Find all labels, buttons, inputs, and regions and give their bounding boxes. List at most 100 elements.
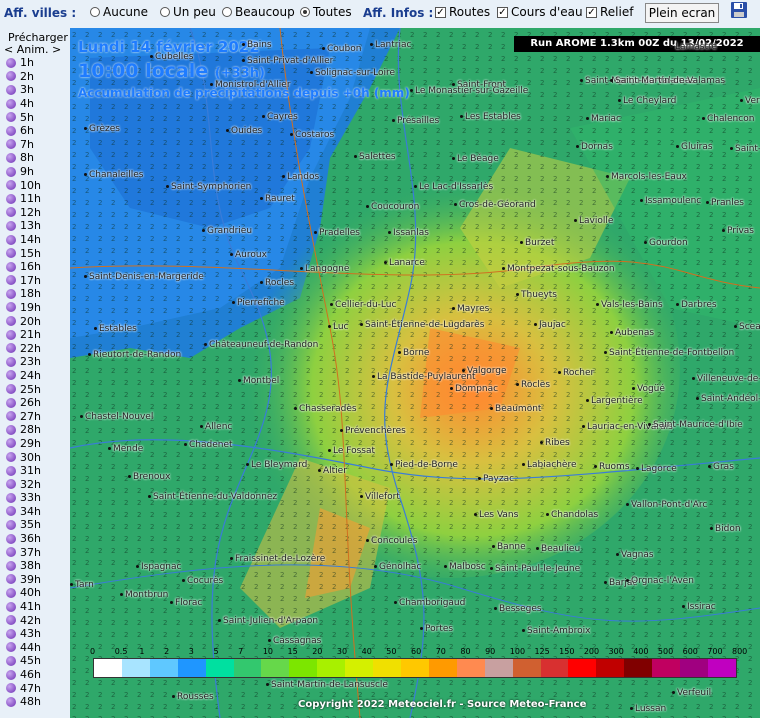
hour-dot-icon[interactable]	[6, 112, 16, 123]
hour-dot-icon[interactable]	[6, 248, 16, 259]
hour-link[interactable]: 25h	[6, 382, 41, 396]
villes-option-aucune[interactable]: Aucune	[90, 5, 148, 19]
hour-link[interactable]: 45h	[6, 654, 41, 668]
hour-dot-icon[interactable]	[6, 669, 16, 680]
hour-link[interactable]: 40h	[6, 586, 41, 600]
hour-link[interactable]: 14h	[6, 233, 41, 247]
hour-link[interactable]: 34h	[6, 505, 41, 519]
hour-link[interactable]: 47h	[6, 681, 41, 695]
hour-link[interactable]: 39h	[6, 573, 41, 587]
hour-dot-icon[interactable]	[6, 316, 16, 327]
hour-dot-icon[interactable]	[6, 261, 16, 272]
hour-link[interactable]: 28h	[6, 423, 41, 437]
hour-link[interactable]: 36h	[6, 532, 41, 546]
hour-dot-icon[interactable]	[6, 302, 16, 313]
hour-link[interactable]: 18h	[6, 287, 41, 301]
hour-dot-icon[interactable]	[6, 125, 16, 136]
hour-link[interactable]: 38h	[6, 559, 41, 573]
hour-link[interactable]: 2h	[6, 70, 41, 84]
hour-dot-icon[interactable]	[6, 207, 16, 218]
hour-dot-icon[interactable]	[6, 356, 16, 367]
hour-dot-icon[interactable]	[6, 655, 16, 666]
villes-option-toutes[interactable]: Toutes	[300, 5, 352, 19]
hour-dot-icon[interactable]	[6, 384, 16, 395]
hour-dot-icon[interactable]	[6, 343, 16, 354]
hour-link[interactable]: 26h	[6, 396, 41, 410]
hour-dot-icon[interactable]	[6, 696, 16, 707]
hour-dot-icon[interactable]	[6, 397, 16, 408]
hour-link[interactable]: 22h	[6, 341, 41, 355]
hour-link[interactable]: 7h	[6, 138, 41, 152]
hour-link[interactable]: 48h	[6, 695, 41, 709]
hour-dot-icon[interactable]	[6, 683, 16, 694]
hour-link[interactable]: 9h	[6, 165, 41, 179]
hour-link[interactable]: 30h	[6, 450, 41, 464]
hour-link[interactable]: 35h	[6, 518, 41, 532]
hour-link[interactable]: 21h	[6, 328, 41, 342]
hour-dot-icon[interactable]	[6, 71, 16, 82]
hour-link[interactable]: 12h	[6, 206, 41, 220]
hour-dot-icon[interactable]	[6, 519, 16, 530]
hour-link[interactable]: 20h	[6, 314, 41, 328]
fullscreen-button[interactable]: Plein ecran	[645, 3, 719, 23]
infos-cours-eau-checkbox[interactable]: ✓ Cours d'eau	[497, 5, 583, 19]
hour-dot-icon[interactable]	[6, 57, 16, 68]
villes-option-beaucoup[interactable]: Beaucoup	[222, 5, 295, 19]
hour-dot-icon[interactable]	[6, 152, 16, 163]
hour-link[interactable]: 15h	[6, 246, 41, 260]
hour-dot-icon[interactable]	[6, 547, 16, 558]
hour-link[interactable]: 5h	[6, 110, 41, 124]
hour-dot-icon[interactable]	[6, 275, 16, 286]
floppy-disk-icon[interactable]	[730, 1, 748, 19]
hour-dot-icon[interactable]	[6, 560, 16, 571]
hour-link[interactable]: 33h	[6, 491, 41, 505]
hour-dot-icon[interactable]	[6, 370, 16, 381]
hour-link[interactable]: 44h	[6, 641, 41, 655]
hour-dot-icon[interactable]	[6, 166, 16, 177]
hour-link[interactable]: 46h	[6, 668, 41, 682]
hour-link[interactable]: 16h	[6, 260, 41, 274]
villes-option-un-peu[interactable]: Un peu	[160, 5, 216, 19]
hour-dot-icon[interactable]	[6, 465, 16, 476]
hour-dot-icon[interactable]	[6, 492, 16, 503]
hour-dot-icon[interactable]	[6, 98, 16, 109]
hour-dot-icon[interactable]	[6, 587, 16, 598]
infos-routes-checkbox[interactable]: ✓ Routes	[435, 5, 490, 19]
hour-dot-icon[interactable]	[6, 220, 16, 231]
hour-dot-icon[interactable]	[6, 234, 16, 245]
hour-dot-icon[interactable]	[6, 533, 16, 544]
radio-icon[interactable]	[222, 7, 232, 17]
hour-dot-icon[interactable]	[6, 574, 16, 585]
hour-link[interactable]: 13h	[6, 219, 41, 233]
radio-icon[interactable]	[90, 7, 100, 17]
hour-link[interactable]: 17h	[6, 274, 41, 288]
hour-link[interactable]: 24h	[6, 369, 41, 383]
hour-link[interactable]: 41h	[6, 600, 41, 614]
hour-link[interactable]: 27h	[6, 409, 41, 423]
radio-selected-icon[interactable]	[300, 7, 310, 17]
hour-link[interactable]: 19h	[6, 301, 41, 315]
hour-link[interactable]: 37h	[6, 545, 41, 559]
hour-dot-icon[interactable]	[6, 452, 16, 463]
hour-link[interactable]: 6h	[6, 124, 41, 138]
hour-dot-icon[interactable]	[6, 411, 16, 422]
hour-link[interactable]: 3h	[6, 83, 41, 97]
hour-dot-icon[interactable]	[6, 506, 16, 517]
hour-dot-icon[interactable]	[6, 424, 16, 435]
hour-dot-icon[interactable]	[6, 84, 16, 95]
hour-link[interactable]: 29h	[6, 437, 41, 451]
hour-link[interactable]: 8h	[6, 151, 41, 165]
hour-link[interactable]: 11h	[6, 192, 41, 206]
hour-dot-icon[interactable]	[6, 193, 16, 204]
check-icon[interactable]: ✓	[586, 6, 597, 18]
hour-dot-icon[interactable]	[6, 438, 16, 449]
hour-dot-icon[interactable]	[6, 479, 16, 490]
check-icon[interactable]: ✓	[497, 6, 508, 18]
hour-dot-icon[interactable]	[6, 628, 16, 639]
hour-link[interactable]: 43h	[6, 627, 41, 641]
hour-dot-icon[interactable]	[6, 601, 16, 612]
precipitation-map[interactable]: 2 Lundi 14 février 2022 10:00 locale (+3…	[70, 28, 760, 718]
hour-link[interactable]: 31h	[6, 464, 41, 478]
radio-icon[interactable]	[160, 7, 170, 17]
infos-relief-checkbox[interactable]: ✓ Relief	[586, 5, 633, 19]
